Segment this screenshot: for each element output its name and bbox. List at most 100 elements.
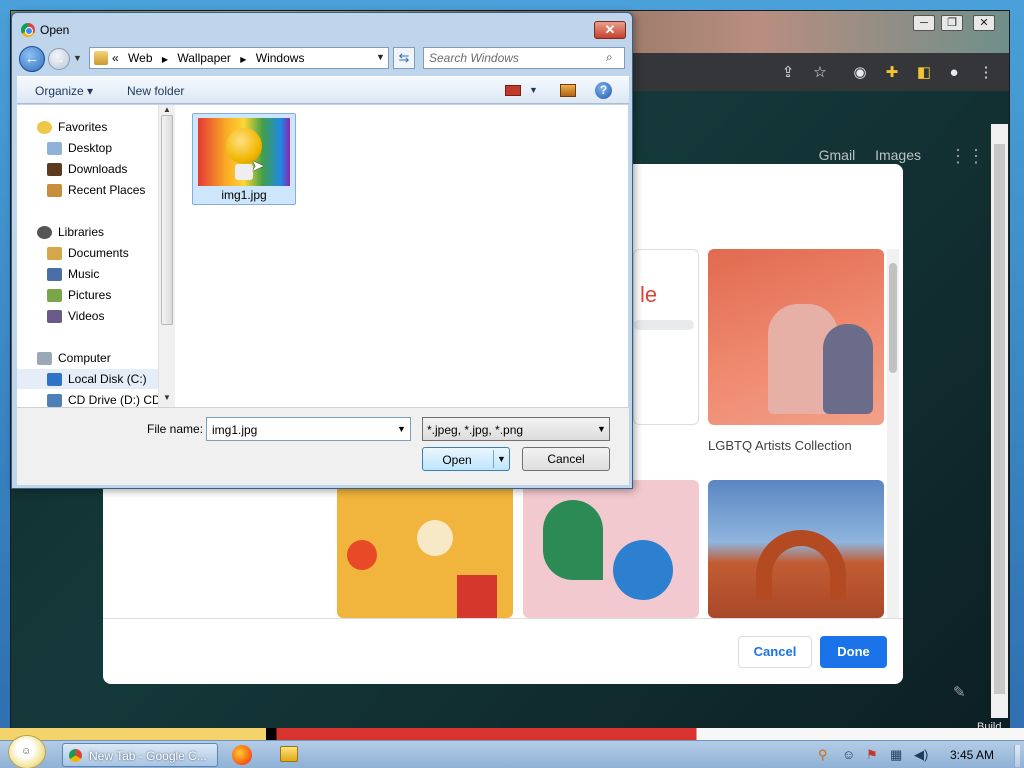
nav-item-pictures[interactable]: Pictures xyxy=(47,285,111,305)
search-icon[interactable]: ⚲ xyxy=(818,747,828,763)
back-arrow-icon[interactable]: ← xyxy=(19,46,45,72)
breadcrumb-separator-icon[interactable]: ▶ xyxy=(162,55,168,64)
file-type-select[interactable]: *.jpeg, *.jpg, *.png ▼ xyxy=(422,417,610,441)
address-bar[interactable]: « Web ▶ Wallpaper ▶ Windows ▼ xyxy=(89,47,389,69)
clock[interactable]: 3:45 AM xyxy=(950,748,994,762)
window-close-button[interactable]: ✕ xyxy=(973,15,995,31)
start-smiley-icon: ☺ xyxy=(21,746,32,757)
breadcrumb-separator-icon[interactable]: ▶ xyxy=(240,55,246,64)
bookmark-star-icon[interactable]: ☆ xyxy=(811,64,829,82)
nav-label: Favorites xyxy=(58,120,108,134)
background-tile-lgbtq[interactable] xyxy=(708,249,884,425)
open-button[interactable]: Open ▼ xyxy=(422,447,510,471)
nav-item-recent-places[interactable]: Recent Places xyxy=(47,180,145,200)
panel-scrollbar-thumb[interactable] xyxy=(889,263,897,373)
background-tile-flowers[interactable] xyxy=(337,480,513,618)
nav-scrollbar-thumb[interactable] xyxy=(161,115,173,325)
nav-label: Local Disk (C:) xyxy=(68,372,147,386)
page-scrollbar[interactable] xyxy=(991,124,1008,718)
minimize-button[interactable]: ─ xyxy=(913,15,935,31)
smiley-icon[interactable]: ☺ xyxy=(842,747,855,762)
profile-flag-icon[interactable]: ◉ xyxy=(851,64,869,82)
dialog-titlebar[interactable] xyxy=(12,13,632,45)
gmail-link[interactable]: Gmail xyxy=(819,147,856,163)
explorer-folder-icon[interactable] xyxy=(280,746,298,762)
address-dropdown-icon[interactable]: ▼ xyxy=(376,52,385,62)
images-link[interactable]: Images xyxy=(875,147,921,163)
dialog-close-button[interactable]: ✕ xyxy=(594,21,626,39)
scroll-down-icon[interactable]: ▼ xyxy=(163,393,171,402)
scroll-up-icon[interactable]: ▲ xyxy=(163,105,171,114)
nav-item-favorites[interactable]: Favorites xyxy=(37,117,107,137)
nav-item-documents[interactable]: Documents xyxy=(47,243,129,263)
action-center-flag-icon[interactable]: ⚑ xyxy=(866,747,878,763)
menu-kebab-icon[interactable]: ⋮ xyxy=(977,64,995,82)
nav-label: Music xyxy=(68,267,100,281)
help-icon[interactable]: ? xyxy=(595,82,612,99)
page-scrollbar-thumb[interactable] xyxy=(994,144,1005,694)
breadcrumb-wallpaper[interactable]: Wallpaper xyxy=(177,51,231,65)
system-tray: ⚲ ☺ ⚑ ▦ ◀) 3:45 AM xyxy=(810,745,1020,767)
extensions-icon[interactable]: ✚ xyxy=(883,64,901,82)
change-view-icon[interactable] xyxy=(505,85,521,96)
music-icon xyxy=(47,268,62,282)
nav-item-downloads[interactable]: Downloads xyxy=(47,159,127,179)
dialog-title: Open xyxy=(40,23,70,37)
file-type-value: *.jpeg, *.jpg, *.png xyxy=(427,423,524,437)
firefox-icon[interactable] xyxy=(232,745,252,765)
search-field[interactable]: Search Windows ⌕ xyxy=(423,47,625,69)
google-apps-icon[interactable]: ⋮⋮⋮ xyxy=(949,147,1003,165)
file-item-img1[interactable]: ➤ img1.jpg xyxy=(192,113,296,205)
maximize-button[interactable]: ❐ xyxy=(941,15,963,31)
refresh-icon[interactable]: ⇆ xyxy=(393,47,415,69)
nav-item-local-disk[interactable]: Local Disk (C:) xyxy=(17,369,166,389)
breadcrumb-windows[interactable]: Windows xyxy=(256,51,305,65)
side-panel-icon[interactable]: ◧ xyxy=(915,64,933,82)
background-tile-arch[interactable] xyxy=(708,480,884,618)
computer-icon xyxy=(37,352,52,366)
file-name-field[interactable]: img1.jpg ▼ xyxy=(206,417,411,441)
file-name-label: img1.jpg xyxy=(221,188,267,202)
panel-cancel-button[interactable]: Cancel xyxy=(738,636,812,668)
nav-item-libraries[interactable]: Libraries xyxy=(37,222,104,242)
start-button[interactable]: ☺ xyxy=(8,735,46,768)
chrome-icon xyxy=(21,23,35,37)
file-name-dropdown-icon[interactable]: ▼ xyxy=(397,424,406,434)
forward-arrow-icon[interactable]: → xyxy=(48,48,70,70)
nav-item-music[interactable]: Music xyxy=(47,264,99,284)
breadcrumb-web[interactable]: Web xyxy=(128,51,152,65)
open-split-divider xyxy=(493,450,494,468)
breadcrumb-overflow[interactable]: « xyxy=(112,51,119,65)
network-icon[interactable]: ▦ xyxy=(890,747,902,763)
account-avatar-icon[interactable]: ● xyxy=(945,64,963,82)
share-icon[interactable]: ⇪ xyxy=(779,64,797,82)
customize-pencil-icon[interactable]: ✎ xyxy=(953,683,966,701)
panel-done-button[interactable]: Done xyxy=(820,636,887,668)
volume-icon[interactable]: ◀) xyxy=(914,747,928,763)
background-tile-google[interactable]: le xyxy=(633,249,699,425)
nav-label: Videos xyxy=(68,309,105,323)
file-name-input[interactable]: img1.jpg xyxy=(212,423,257,437)
background-tile-plants[interactable] xyxy=(523,480,699,618)
view-options-dropdown-icon[interactable]: ▼ xyxy=(529,85,538,95)
nav-item-desktop[interactable]: Desktop xyxy=(47,138,112,158)
preview-pane-icon[interactable] xyxy=(560,84,576,97)
nav-label: Pictures xyxy=(68,288,112,302)
new-folder-button[interactable]: New folder xyxy=(127,84,184,98)
nav-item-cd-drive[interactable]: CD Drive (D:) CDI xyxy=(47,390,164,407)
search-input[interactable]: Search Windows xyxy=(429,51,519,65)
panel-scrollbar[interactable] xyxy=(887,249,899,619)
recent-locations-chevron-icon[interactable]: ▼ xyxy=(73,53,82,63)
nav-scrollbar[interactable]: ▲ ▼ xyxy=(158,105,175,407)
show-desktop-button[interactable] xyxy=(1014,745,1020,767)
nav-item-computer[interactable]: Computer xyxy=(37,348,111,368)
dialog-cancel-button[interactable]: Cancel xyxy=(522,447,610,471)
file-type-dropdown-icon[interactable]: ▼ xyxy=(597,424,606,434)
nav-item-videos[interactable]: Videos xyxy=(47,306,104,326)
desktop-wallpaper-strip xyxy=(0,728,1024,740)
organize-button[interactable]: Organize ▾ xyxy=(35,84,93,98)
open-options-dropdown-icon[interactable]: ▼ xyxy=(497,454,506,464)
collection-label: LGBTQ Artists Collection xyxy=(708,438,852,453)
search-icon[interactable]: ⌕ xyxy=(606,50,613,65)
taskbar-item-chrome[interactable]: New Tab - Google C... xyxy=(62,743,218,767)
